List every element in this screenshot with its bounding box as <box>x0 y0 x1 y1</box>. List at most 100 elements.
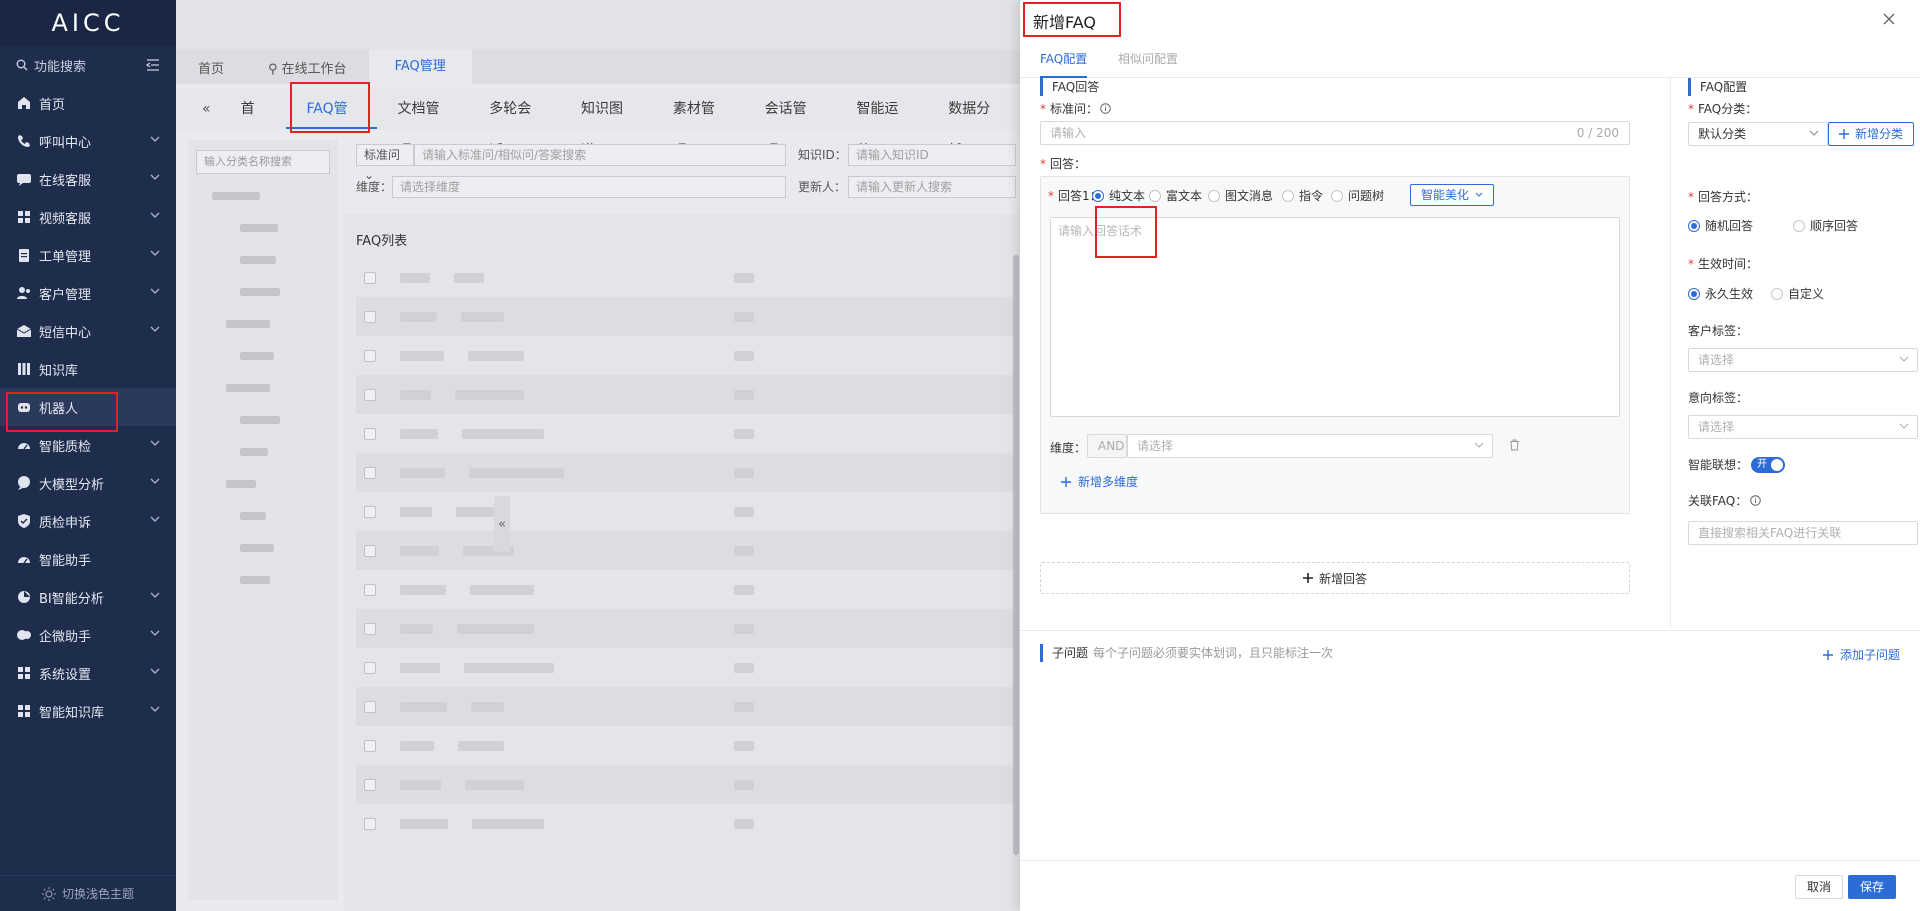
table-row[interactable] <box>356 297 1016 336</box>
module-tab-ops[interactable]: 智能运营 <box>836 88 928 159</box>
row-checkbox[interactable] <box>364 466 376 479</box>
table-row[interactable] <box>356 414 1016 453</box>
sidebar-item-4[interactable]: 工单管理 <box>0 236 176 274</box>
customer-tag-select[interactable]: 请选择 <box>1688 348 1918 372</box>
sidebar-item-16[interactable]: 智能知识库 <box>0 692 176 730</box>
sidebar-item-6[interactable]: 短信中心 <box>0 312 176 350</box>
info-icon[interactable] <box>1100 103 1111 114</box>
row-checkbox[interactable] <box>364 583 376 596</box>
keyword-search-input[interactable]: 请输入标准问/相似问/答案搜索 <box>414 144 786 166</box>
tree-node[interactable] <box>226 474 338 494</box>
row-checkbox[interactable] <box>364 388 376 401</box>
collapse-menu-icon[interactable] <box>146 59 160 71</box>
row-checkbox[interactable] <box>364 310 376 323</box>
save-button[interactable]: 保存 <box>1848 875 1897 899</box>
table-row[interactable] <box>356 336 1016 375</box>
table-row[interactable] <box>356 570 1016 609</box>
tree-node[interactable] <box>226 314 338 334</box>
row-checkbox[interactable] <box>364 817 376 830</box>
tab-home[interactable]: 首页 <box>176 58 246 77</box>
trash-icon[interactable] <box>1509 439 1520 451</box>
answer-type-image-text[interactable]: 图文消息 <box>1208 187 1273 204</box>
row-checkbox[interactable] <box>364 622 376 635</box>
row-checkbox[interactable] <box>364 739 376 752</box>
updater-input[interactable]: 请输入更新人搜索 <box>848 176 1016 198</box>
add-dimension-link[interactable]: 新增多维度 <box>1061 473 1138 490</box>
add-category-button[interactable]: 新增分类 <box>1828 122 1915 146</box>
dimension-select[interactable]: 请选择 <box>1127 434 1493 458</box>
intent-tag-select[interactable]: 请选择 <box>1688 415 1918 439</box>
sidebar-item-5[interactable]: 客户管理 <box>0 274 176 312</box>
tree-node[interactable] <box>226 378 338 398</box>
sidebar-item-1[interactable]: 呼叫中心 <box>0 122 176 160</box>
module-tab-material[interactable]: 素材管理 <box>653 88 745 159</box>
add-answer-button[interactable]: 新增回答 <box>1040 562 1630 594</box>
theme-toggle[interactable]: 切换浅色主题 <box>0 875 176 911</box>
answer-mode-sequential[interactable]: 顺序回答 <box>1793 217 1858 234</box>
sidebar-item-8[interactable]: 机器人 <box>0 388 176 426</box>
module-tab-session[interactable]: 会话管理 <box>745 88 837 159</box>
module-tab-home[interactable]: 首页 <box>221 88 287 159</box>
tree-collapse-handle[interactable]: « <box>494 496 510 552</box>
sidebar-item-9[interactable]: 智能质检 <box>0 426 176 464</box>
sidebar-item-0[interactable]: 首页 <box>0 84 176 122</box>
table-row[interactable] <box>356 531 1016 570</box>
tree-node[interactable] <box>240 410 338 430</box>
info-icon[interactable] <box>1750 495 1762 506</box>
tree-node[interactable] <box>240 218 338 238</box>
tree-node[interactable] <box>240 250 338 270</box>
tree-node[interactable] <box>240 570 338 590</box>
tree-search-input[interactable]: 输入分类名称搜索 <box>196 150 330 174</box>
sidebar-item-12[interactable]: 智能助手 <box>0 540 176 578</box>
module-tab-faq[interactable]: FAQ管理 <box>286 89 378 157</box>
std-question-input[interactable]: 请输入 0 / 200 <box>1040 121 1630 145</box>
row-checkbox[interactable] <box>364 700 376 713</box>
add-sub-question-link[interactable]: 添加子问题 <box>1822 646 1900 663</box>
smart-beautify-button[interactable]: 智能美化 <box>1410 184 1495 206</box>
answer-type-plain-text[interactable]: 纯文本 <box>1092 187 1145 204</box>
sidebar-item-7[interactable]: 知识库 <box>0 350 176 388</box>
table-row[interactable] <box>356 648 1016 687</box>
smart-assoc-toggle[interactable]: 开 <box>1751 456 1786 473</box>
module-tab-multiturn[interactable]: 多轮会话 <box>469 88 561 159</box>
sidebar-item-10[interactable]: 大模型分析 <box>0 464 176 502</box>
tree-node[interactable] <box>240 538 338 558</box>
id-input[interactable]: 请输入知识ID <box>848 144 1016 166</box>
table-row[interactable] <box>356 258 1016 297</box>
type-select[interactable]: 标准问 ⌄ <box>356 144 414 182</box>
row-checkbox[interactable] <box>364 505 376 518</box>
category-select[interactable]: 默认分类 <box>1688 122 1828 146</box>
row-checkbox[interactable] <box>364 778 376 791</box>
module-tab-graph[interactable]: 知识图谱 <box>561 88 653 159</box>
row-checkbox[interactable] <box>364 427 376 440</box>
dimension-operator[interactable]: AND <box>1087 434 1127 458</box>
sidebar-item-3[interactable]: 视频客服 <box>0 198 176 236</box>
table-row[interactable] <box>356 804 1016 843</box>
sidebar-item-13[interactable]: BI智能分析 <box>0 578 176 616</box>
answer-type-rich-text[interactable]: 富文本 <box>1149 187 1202 204</box>
tree-node[interactable] <box>240 442 338 462</box>
double-chevron-left-icon[interactable]: « <box>176 88 221 130</box>
answer-textarea[interactable]: 请输入回答话术 <box>1050 217 1620 417</box>
table-row[interactable] <box>356 453 1016 492</box>
table-row[interactable] <box>356 609 1016 648</box>
sidebar-item-2[interactable]: 在线客服 <box>0 160 176 198</box>
module-tab-data[interactable]: 数据分析 <box>928 88 1020 159</box>
row-checkbox[interactable] <box>364 349 376 362</box>
answer-mode-random[interactable]: 随机回答 <box>1688 217 1753 234</box>
answer-type-question-tree[interactable]: 问题树 <box>1331 187 1384 204</box>
table-row[interactable] <box>356 765 1016 804</box>
tab-online-workbench[interactable]: ⚲ 在线工作台 <box>246 58 369 77</box>
tree-node[interactable] <box>240 282 338 302</box>
function-search[interactable]: 功能搜索 <box>0 46 176 84</box>
sidebar-item-11[interactable]: 质检申诉 <box>0 502 176 540</box>
effective-permanent[interactable]: 永久生效 <box>1688 285 1753 302</box>
table-row[interactable] <box>356 492 1016 531</box>
close-icon[interactable] <box>1880 10 1898 28</box>
row-checkbox[interactable] <box>364 544 376 557</box>
tree-node[interactable] <box>240 506 338 526</box>
table-row[interactable] <box>356 687 1016 726</box>
related-faq-input[interactable]: 直接搜索相关FAQ进行关联 <box>1688 521 1918 545</box>
main-scrollbar[interactable] <box>1013 255 1019 855</box>
tree-node[interactable] <box>212 186 338 206</box>
